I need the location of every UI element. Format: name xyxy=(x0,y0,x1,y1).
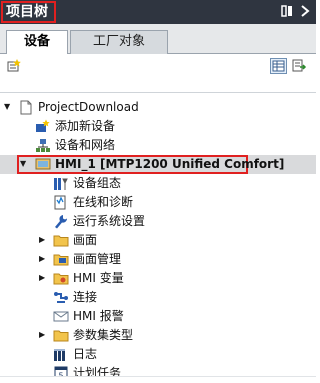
expand-icon[interactable]: ▶ xyxy=(39,273,49,283)
expand-icon[interactable]: ▶ xyxy=(39,330,49,340)
tree-item-parameter-set-types[interactable]: ▶ 参数集类型 xyxy=(0,326,316,345)
grid-view-icon[interactable] xyxy=(270,58,287,74)
folder-icon xyxy=(53,252,69,267)
tree-item-label: 运行系统设置 xyxy=(73,214,146,228)
collapse-icon[interactable]: ▼ xyxy=(20,159,30,169)
tree-item-label: 日志 xyxy=(73,347,98,361)
tree-item-online-diagnostics[interactable]: 在线和诊断 xyxy=(0,193,316,212)
tree-item-device-config[interactable]: 设备组态 xyxy=(0,174,316,193)
tree-item-label: HMI 变量 xyxy=(73,271,124,285)
tree-item-label: ProjectDownload xyxy=(38,100,139,114)
folder-icon xyxy=(53,271,69,286)
tree-item-label: 添加新设备 xyxy=(55,119,116,133)
tab-plant-objects[interactable]: 工厂对象 xyxy=(70,30,168,54)
project-icon xyxy=(18,100,34,115)
collapse-icon[interactable]: ▼ xyxy=(4,102,14,112)
alarm-icon xyxy=(53,309,69,324)
log-icon xyxy=(53,347,69,362)
tree-item-label: 参数集类型 xyxy=(73,328,134,342)
device-config-icon xyxy=(53,176,69,191)
runtime-settings-icon xyxy=(53,214,69,229)
expand-icon[interactable]: ▶ xyxy=(39,235,49,245)
tree-item-screens[interactable]: ▶ 画面 xyxy=(0,231,316,250)
panel-titlebar: 项目树 xyxy=(0,0,316,24)
tree-item-runtime-settings[interactable]: 运行系统设置 xyxy=(0,212,316,231)
tab-bar: 设备 工厂对象 xyxy=(0,24,316,55)
toolbar-separator xyxy=(0,92,316,93)
tree-item-hmi-tags[interactable]: ▶ HMI 变量 xyxy=(0,269,316,288)
tree-item-label: 在线和诊断 xyxy=(73,195,134,209)
toolbar xyxy=(0,54,316,78)
tree-item-devices-networks[interactable]: 设备和网络 xyxy=(0,136,316,155)
add-device-icon xyxy=(35,119,51,134)
network-icon xyxy=(35,138,51,153)
tree-item-label: 画面 xyxy=(73,233,98,247)
expand-icon[interactable]: ▶ xyxy=(39,254,49,264)
tree-item-label: 画面管理 xyxy=(73,252,122,266)
panel-menu-icon[interactable] xyxy=(298,4,312,18)
online-diagnostics-icon xyxy=(53,195,69,210)
folder-icon xyxy=(53,328,69,343)
tree-item-project[interactable]: ▼ ProjectDownload xyxy=(0,98,316,117)
add-device-icon[interactable] xyxy=(6,58,23,74)
pin-icon[interactable] xyxy=(280,4,294,18)
panel-title-highlight: 项目树 xyxy=(1,1,56,23)
bottom-strip xyxy=(0,376,316,383)
tree-item-label: HMI_1 [MTP1200 Unified Comfort] xyxy=(55,157,285,171)
tree-item-hmi-alarms[interactable]: HMI 报警 xyxy=(0,307,316,326)
folder-icon xyxy=(53,233,69,248)
connection-icon xyxy=(53,290,69,305)
tree-item-add-device[interactable]: 添加新设备 xyxy=(0,117,316,136)
tree-item-hmi-1[interactable]: ▼ HMI_1 [MTP1200 Unified Comfort] xyxy=(0,155,316,174)
tree-item-connections[interactable]: 连接 xyxy=(0,288,316,307)
tree-item-label: 连接 xyxy=(73,290,98,304)
tree-item-label: 设备组态 xyxy=(73,176,122,190)
panel-title: 项目树 xyxy=(6,4,48,20)
tree-item-logs[interactable]: 日志 xyxy=(0,345,316,364)
tree-item-label: HMI 报警 xyxy=(73,309,124,323)
tree-item-label: 设备和网络 xyxy=(55,138,116,152)
tab-devices[interactable]: 设备 xyxy=(6,30,68,55)
hmi-device-icon xyxy=(35,157,51,172)
tree-item-screen-management[interactable]: ▶ 画面管理 xyxy=(0,250,316,269)
export-icon[interactable] xyxy=(291,58,308,74)
